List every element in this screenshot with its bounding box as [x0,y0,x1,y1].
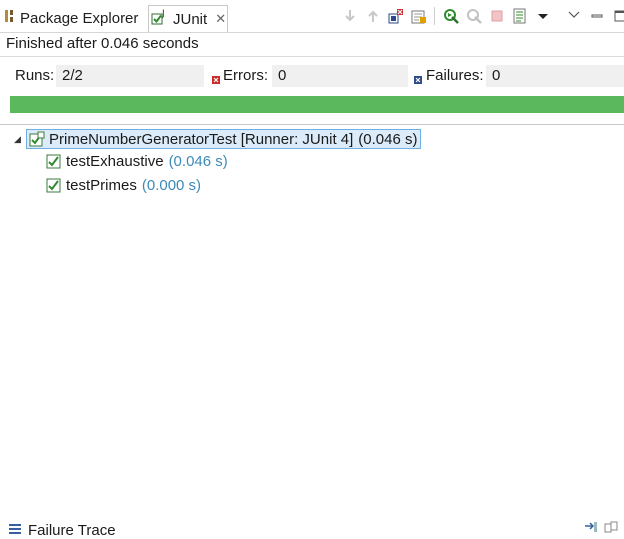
test-method-name: testPrimes [66,176,137,194]
test-suite-passed-icon [29,131,45,147]
test-method-name: testExhaustive [66,152,164,170]
test-class-name: PrimeNumberGeneratorTest [Runner: JUnit … [49,130,354,148]
tab-junit[interactable]: J JUnit ✕ [148,5,228,32]
junit-icon: J [151,9,169,29]
failure-icon [414,71,422,84]
previous-failure-icon[interactable] [365,8,381,24]
failures-value: 0 [486,65,624,87]
junit-toolbar [342,7,624,25]
divider [0,56,624,57]
collapse-triangle-icon[interactable]: ◢ [14,134,26,145]
compare-result-icon[interactable] [604,520,618,537]
package-explorer-icon [4,9,16,27]
rerun-test-icon[interactable] [443,8,459,24]
divider [0,124,624,125]
tab-label: Package Explorer [20,9,139,27]
errors-value: 0 [272,65,408,87]
test-passed-icon [46,177,62,193]
tree-node-test-method[interactable]: testExhaustive (0.046 s) [46,151,228,171]
failures-label: Failures: [426,67,484,84]
filter-stack-trace-icon[interactable] [584,520,598,537]
runs-label: Runs: [15,67,55,84]
tab-package-explorer[interactable]: Package Explorer [4,5,146,31]
stop-icon[interactable] [489,8,505,24]
scroll-lock-icon[interactable] [411,8,427,24]
svg-text:J: J [161,9,165,19]
test-method-time: (0.046 s) [168,152,228,170]
close-icon[interactable]: ✕ [215,11,226,27]
failure-trace-header: Failure Trace [8,522,116,539]
test-run-history-icon[interactable] [512,8,528,24]
test-method-time: (0.000 s) [141,176,202,194]
error-icon [212,71,220,84]
rerun-failed-first-icon[interactable] [466,8,482,24]
next-failure-icon[interactable] [342,8,358,24]
tree-node-selection: PrimeNumberGeneratorTest [Runner: JUnit … [26,129,421,149]
runs-value: 2/2 [56,65,204,87]
test-class-time: (0.046 s) [358,130,418,148]
view-tab-bar: Package Explorer J JUnit ✕ [0,0,624,33]
tree-node-test-method[interactable]: testPrimes (0.000 s) [46,175,201,195]
test-passed-icon [46,153,62,169]
show-failures-only-icon[interactable] [388,8,404,24]
errors-label: Errors: [223,67,268,84]
maximize-icon[interactable] [612,8,624,24]
tab-label: JUnit [173,10,208,28]
test-progress-bar [10,96,624,113]
progress-fill [10,96,624,113]
failure-trace-icon [8,522,22,539]
failure-trace-toolbar [584,520,618,537]
toolbar-separator [434,7,435,25]
view-menu-dropdown-icon[interactable] [535,8,551,24]
failure-trace-label: Failure Trace [28,522,116,539]
minimize-icon[interactable] [589,8,605,24]
run-status-text: Finished after 0.046 seconds [6,35,199,52]
minimize-chevron-icon[interactable] [566,8,582,24]
tree-node-test-class[interactable]: ◢ PrimeNumberGeneratorTest [Runner: JUni… [14,129,421,149]
